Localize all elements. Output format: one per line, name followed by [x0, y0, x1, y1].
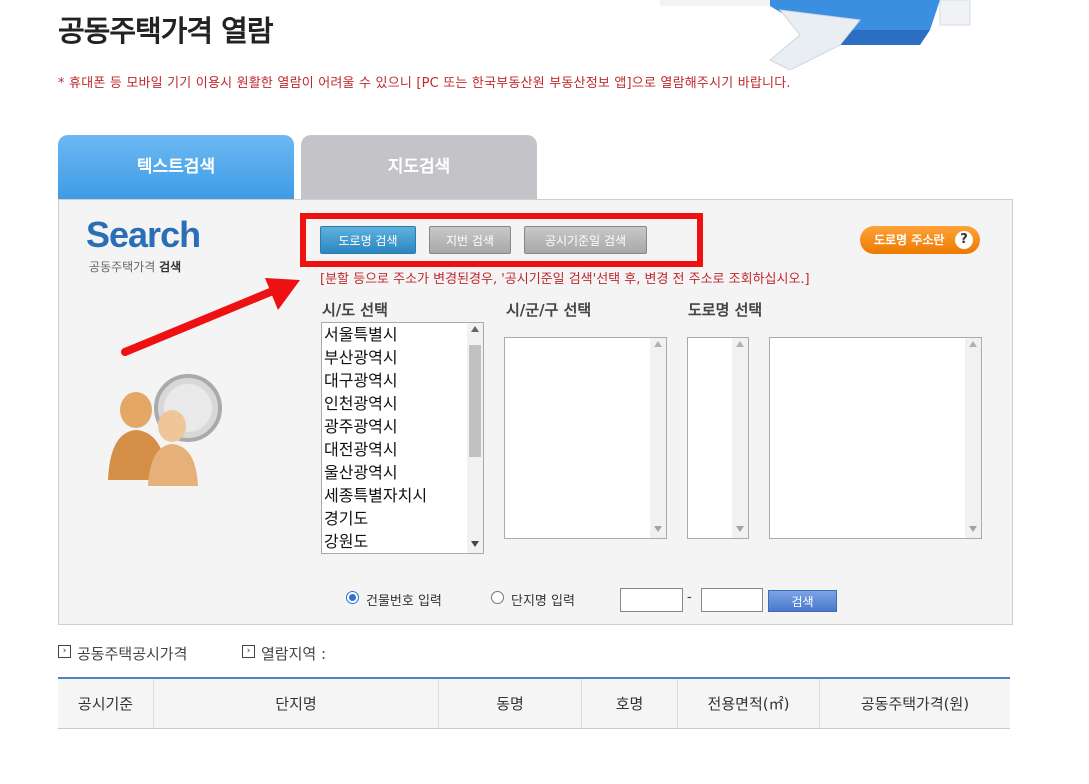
building-number-radio[interactable]: [346, 591, 359, 604]
building-number-sub-input[interactable]: [701, 588, 763, 612]
road-address-info-button[interactable]: 도로명 주소란 ?: [860, 226, 980, 254]
tab-text-search[interactable]: 텍스트검색: [58, 135, 294, 199]
mobile-notice: * 휴대폰 등 모바일 기기 이용시 원활한 열람이 어려울 수 있으니 [PC…: [58, 76, 791, 91]
road-name-select-list[interactable]: [769, 337, 982, 539]
road-name-scrollbar[interactable]: [965, 338, 981, 538]
input-separator: -: [687, 590, 692, 605]
gu-select-list[interactable]: [504, 337, 667, 539]
scroll-up-arrow-icon[interactable]: [969, 341, 977, 347]
page-title: 공동주택가격 열람: [58, 14, 274, 48]
highlight-box: [300, 213, 703, 267]
road-address-info-label: 도로명 주소란: [874, 233, 945, 247]
scroll-down-arrow-icon[interactable]: [969, 526, 977, 532]
column-header: 공시기준: [58, 679, 154, 729]
red-arrow-annotation: [121, 278, 300, 356]
sido-option-gyeonggi[interactable]: 경기도: [324, 507, 483, 530]
road-initial-scrollbar[interactable]: [732, 338, 748, 538]
column-header: 호명: [582, 679, 678, 729]
scroll-down-arrow-icon[interactable]: [471, 541, 479, 547]
person-search-illustration: [108, 374, 222, 486]
sido-option-busan[interactable]: 부산광역시: [324, 346, 483, 369]
sido-option-seoul[interactable]: 서울특별시: [324, 323, 483, 346]
sido-option-ulsan[interactable]: 울산광역시: [324, 461, 483, 484]
sido-option-gangwon[interactable]: 강원도: [324, 530, 483, 553]
chevron-right-icon: ›: [242, 645, 255, 658]
sido-option-daejeon[interactable]: 대전광역시: [324, 438, 483, 461]
column-header: 동명: [439, 679, 582, 729]
column-header: 전용면적(㎡): [678, 679, 820, 729]
sido-select-label: 시/도 선택: [322, 301, 388, 319]
viewing-region-label: 열람지역 :: [261, 645, 327, 663]
sido-options: 서울특별시 부산광역시 대구광역시 인천광역시 광주광역시 대전광역시 울산광역…: [322, 323, 483, 553]
column-header: 단지명: [154, 679, 439, 729]
sido-select-list[interactable]: 서울특별시 부산광역시 대구광역시 인천광역시 광주광역시 대전광역시 울산광역…: [321, 322, 484, 554]
chevron-right-icon: ›: [58, 645, 71, 658]
sido-option-gwangju[interactable]: 광주광역시: [324, 415, 483, 438]
scroll-down-arrow-icon[interactable]: [736, 526, 744, 532]
road-initial-select-list[interactable]: [687, 337, 749, 539]
scroll-up-arrow-icon[interactable]: [736, 341, 744, 347]
search-button[interactable]: 검색: [768, 590, 837, 612]
sido-scrollbar[interactable]: [467, 323, 483, 553]
help-icon: ?: [955, 231, 973, 249]
building-number-main-input[interactable]: [620, 588, 683, 612]
scroll-up-arrow-icon[interactable]: [654, 341, 662, 347]
address-change-notice: [분할 등으로 주소가 변경된경우, '공시기준일 검색'선택 후, 변경 전 …: [320, 272, 810, 287]
scroll-down-arrow-icon[interactable]: [654, 526, 662, 532]
sido-option-sejong[interactable]: 세종특별자치시: [324, 484, 483, 507]
complex-name-radio[interactable]: [491, 591, 504, 604]
column-header: 공동주택가격(원): [860, 695, 970, 713]
complex-name-label: 단지명 입력: [511, 594, 575, 609]
sido-option-daegu[interactable]: 대구광역시: [324, 369, 483, 392]
tab-map-search[interactable]: 지도검색: [301, 135, 537, 199]
scroll-up-arrow-icon[interactable]: [471, 326, 479, 332]
header-decoration-illustration: [660, 0, 971, 70]
sido-option-incheon[interactable]: 인천광역시: [324, 392, 483, 415]
scrollbar-thumb[interactable]: [469, 345, 481, 457]
gu-scrollbar[interactable]: [650, 338, 666, 538]
building-number-label: 건물번호 입력: [366, 594, 442, 609]
road-select-label: 도로명 선택: [688, 301, 763, 319]
gu-select-label: 시/군/구 선택: [506, 301, 592, 319]
results-table-header: 공시기준 단지명 동명 호명 전용면적(㎡) 공동주택가격(원): [58, 677, 1010, 729]
search-logo: Search: [86, 214, 201, 255]
apartment-price-label: 공동주택공시가격: [77, 645, 188, 663]
